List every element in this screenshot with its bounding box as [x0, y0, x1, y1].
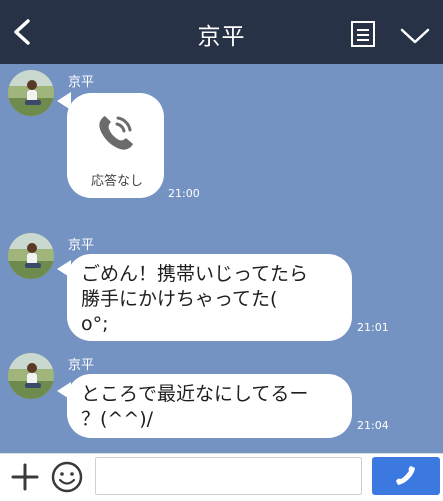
message-text: ごめん！携帯いじってたら 勝手にかけちゃってた( o°;: [81, 262, 308, 337]
avatar[interactable]: [8, 233, 54, 279]
message-bubble[interactable]: ごめん！携帯いじってたら 勝手にかけちゃってた( o°;: [67, 254, 352, 341]
emoji-icon[interactable]: [50, 460, 84, 494]
chat-title: 京平: [197, 24, 246, 50]
sender-name: 京平: [68, 358, 95, 373]
chat-header: 京平: [0, 0, 443, 64]
avatar-image: [8, 70, 54, 116]
avatar[interactable]: [8, 70, 54, 116]
call-status-label: 応答なし: [90, 174, 143, 189]
chat-area[interactable]: 京平 応答なし 21:00 京平 ごめん！携帯いじってたら 勝手にかけちゃってた…: [0, 64, 443, 453]
message-line: ところで最近なにしてるー: [81, 383, 309, 405]
message-line: o°;: [81, 313, 109, 335]
message-text: ところで最近なにしてるー ？(^^)/: [81, 382, 308, 432]
avatar[interactable]: [8, 353, 54, 399]
sender-name: 京平: [68, 238, 95, 253]
sender-name: 京平: [68, 75, 95, 90]
message-line: 勝手にかけちゃってた(: [81, 288, 278, 310]
chevron-down-icon[interactable]: [400, 26, 430, 46]
message-input[interactable]: [95, 457, 362, 495]
missed-call-bubble[interactable]: 応答なし: [67, 93, 164, 198]
phone-icon: [99, 116, 133, 150]
message-time: 21:04: [357, 419, 389, 432]
menu-icon[interactable]: [350, 20, 376, 48]
message-time: 21:00: [168, 187, 200, 200]
avatar-image: [8, 353, 54, 399]
input-bar: [0, 453, 443, 501]
plus-icon[interactable]: [9, 461, 41, 493]
message-time: 21:01: [357, 321, 389, 334]
call-button[interactable]: [372, 457, 440, 495]
message-line: ごめん！携帯いじってたら: [81, 263, 309, 285]
avatar-image: [8, 233, 54, 279]
message-line: ？(^^)/: [81, 408, 154, 430]
phone-icon: [396, 466, 415, 485]
message-bubble[interactable]: ところで最近なにしてるー ？(^^)/: [67, 374, 352, 438]
